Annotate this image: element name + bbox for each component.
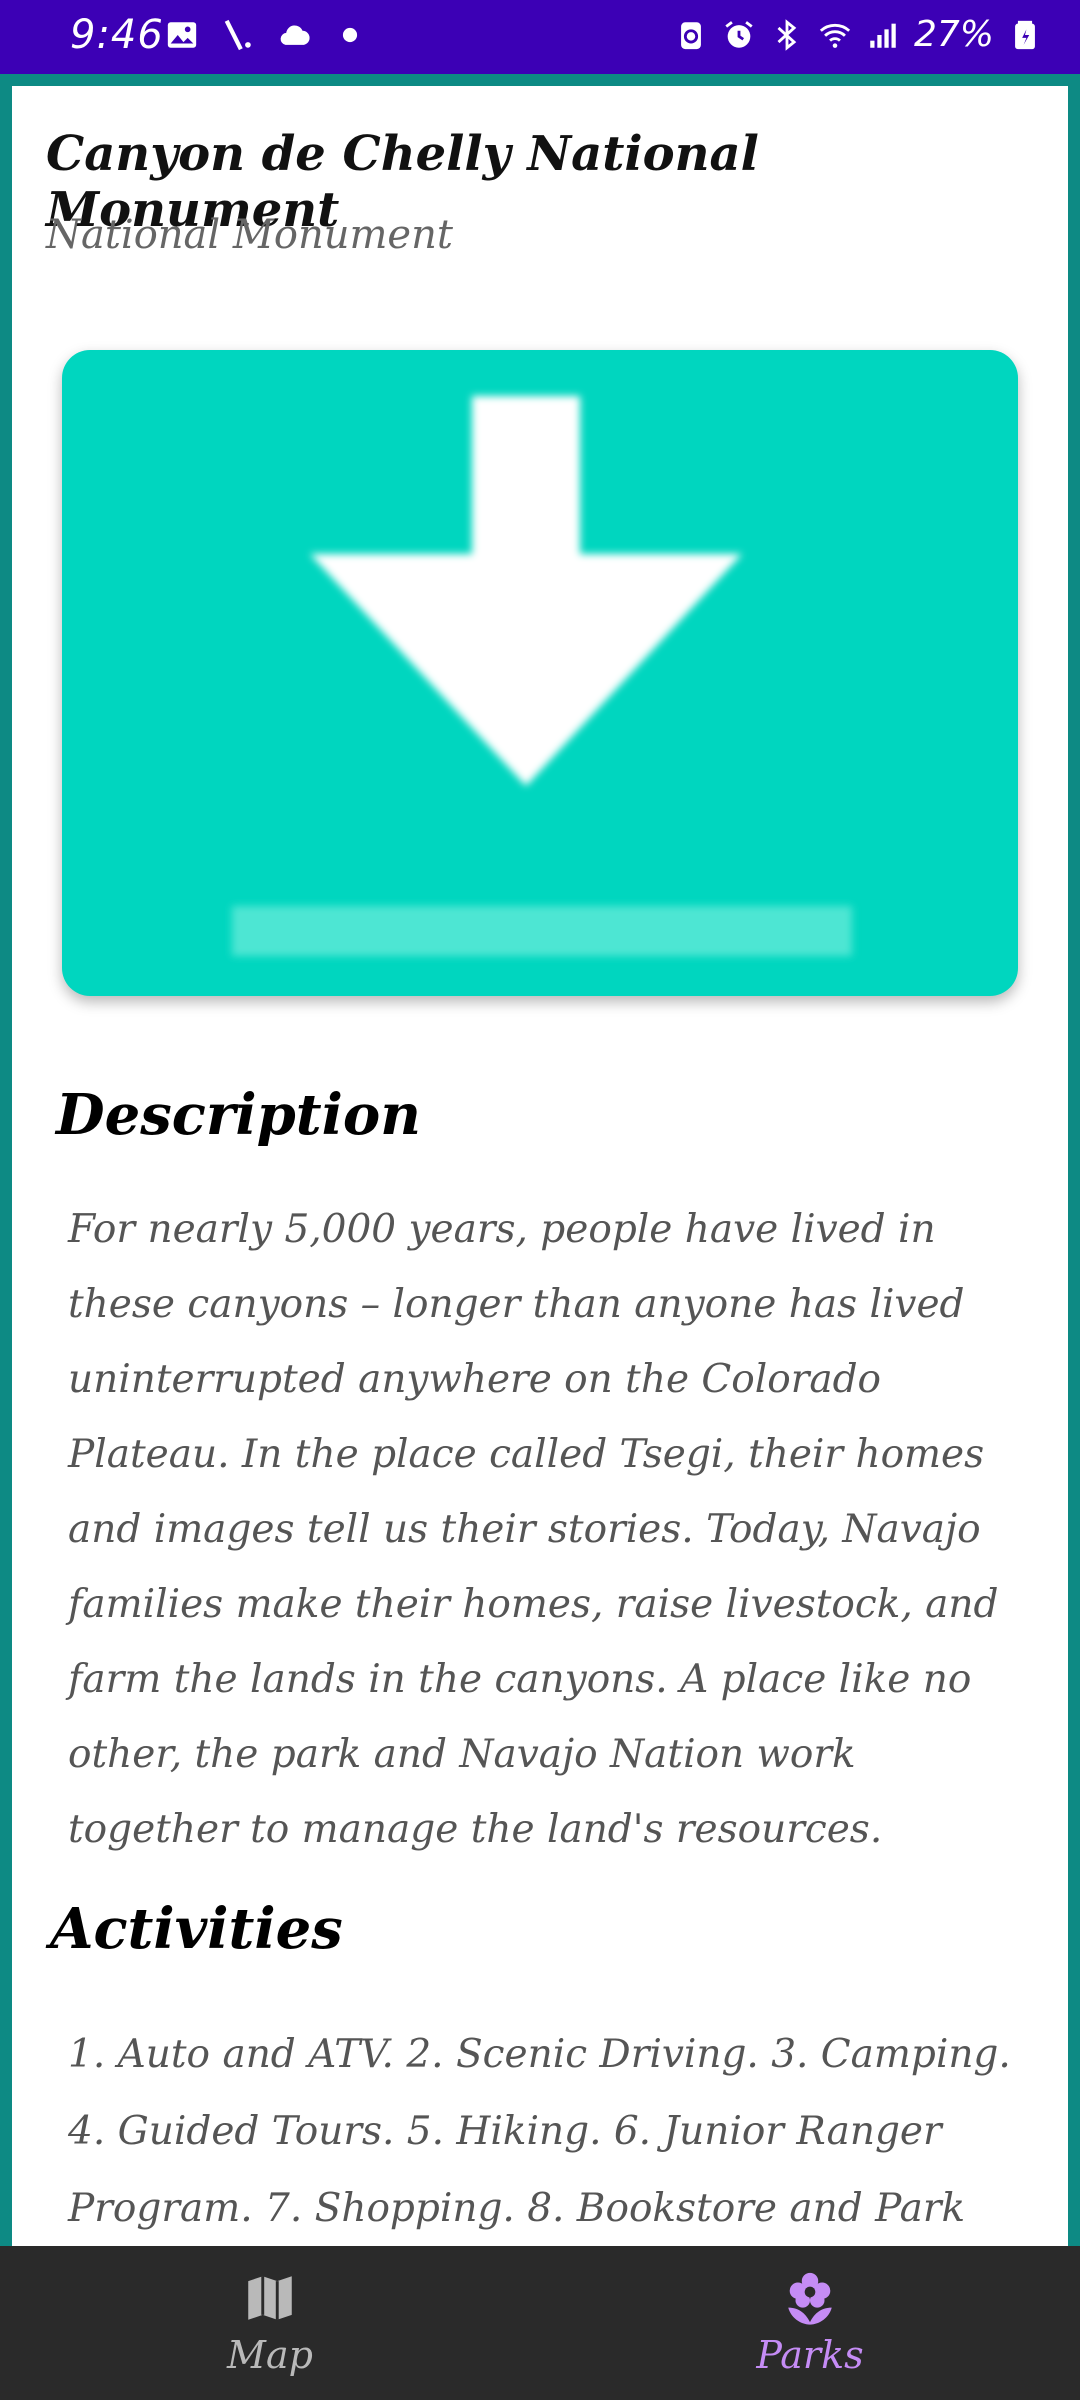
park-detail-card: Canyon de Chelly National Monument Natio… <box>12 86 1068 2246</box>
cloud-icon <box>280 25 310 45</box>
battery-saver-icon <box>681 21 701 49</box>
cell-signal-icon <box>870 23 896 48</box>
status-time: 9:46 <box>70 12 164 58</box>
park-designation: National Monument <box>46 212 453 258</box>
description-heading: Description <box>56 1082 421 1148</box>
park-image[interactable] <box>62 350 1018 996</box>
bluetooth-icon <box>777 18 797 51</box>
status-right: 27% <box>674 14 1042 55</box>
nav-label-map: Map <box>227 2333 313 2377</box>
description-text: For nearly 5,000 years, people have live… <box>68 1207 999 1852</box>
signal-slash-icon <box>224 19 251 51</box>
battery-icon <box>1015 20 1035 49</box>
nav-label-parks: Parks <box>756 2333 864 2377</box>
bottom-nav: Map Parks <box>0 2246 1080 2400</box>
activities-heading: Activities <box>50 1896 343 1962</box>
status-bar: 9:46 27% <box>0 0 1080 74</box>
flower-icon <box>788 2272 832 2325</box>
wifi-icon <box>819 23 851 48</box>
nav-item-map[interactable]: Map <box>0 2246 540 2400</box>
download-icon <box>232 396 852 956</box>
activities-text: 1. Auto and ATV. 2. Scenic Driving. 3. C… <box>68 2032 1011 2231</box>
image-icon <box>167 22 197 48</box>
dot-icon <box>342 27 358 43</box>
nav-item-parks[interactable]: Parks <box>540 2246 1080 2400</box>
map-icon <box>248 2276 292 2320</box>
alarm-icon <box>725 20 753 48</box>
status-left-icons <box>165 18 367 52</box>
battery-percent: 27% <box>913 14 994 55</box>
